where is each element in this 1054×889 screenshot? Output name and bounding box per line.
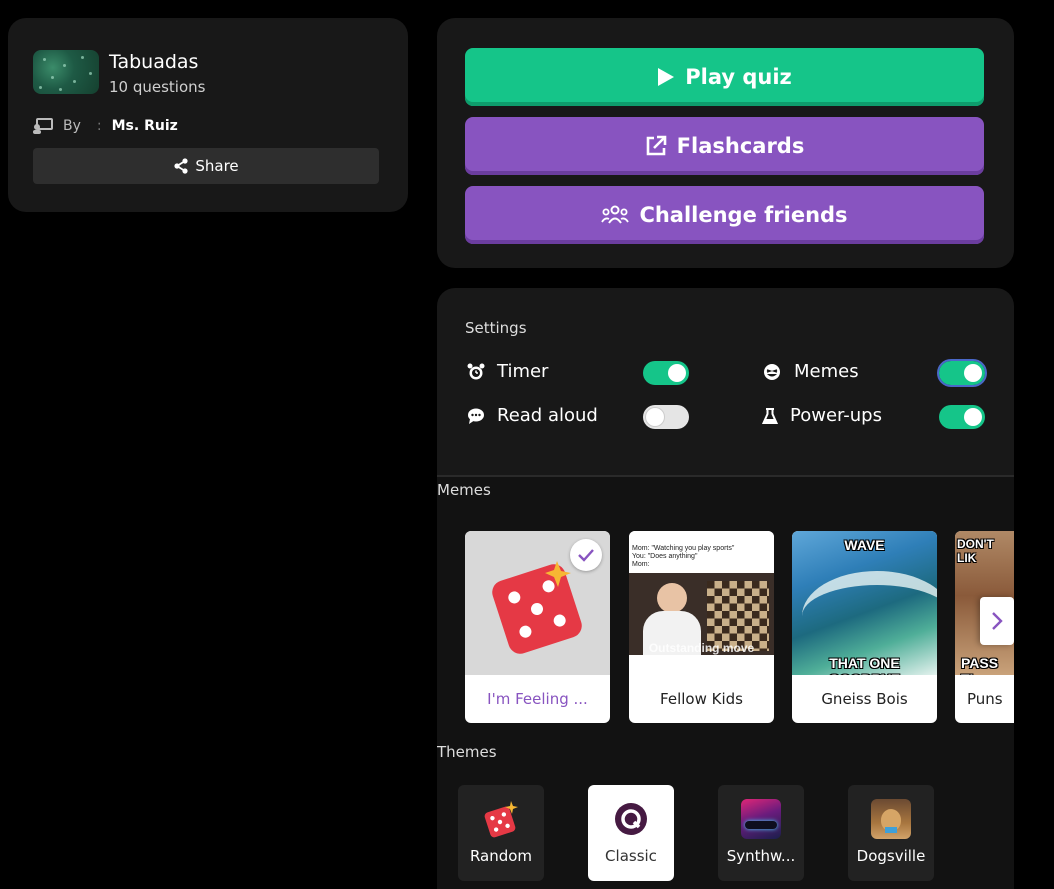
theme-synthwave[interactable]: Synthw... [718,785,804,881]
play-quiz-label: Play quiz [685,65,792,89]
theme-label: Classic [605,847,657,865]
meme-caption: WAVE [844,537,885,553]
setting-memes-label: Memes [794,361,859,382]
theme-label: Random [469,847,533,865]
theme-dogsville[interactable]: Dogsville [848,785,934,881]
users-icon [601,205,630,224]
setting-power-ups: Power-ups [762,405,882,426]
memes-next-button[interactable] [980,597,1014,645]
setting-timer: Timer [467,361,548,382]
author-name[interactable]: Ms. Ruiz [112,118,178,134]
play-quiz-button[interactable]: Play quiz [465,48,984,106]
meme-image-dice [465,531,610,675]
quiz-info-card: Tabuadas 10 questions By : Ms. Ruiz Shar… [8,18,408,212]
timer-toggle[interactable] [643,361,689,385]
meme-card-fellow-kids[interactable]: Mom: "Watching you play sports" You: "Do… [629,531,774,723]
dog-icon [871,799,911,839]
challenge-friends-button[interactable]: Challenge friends [465,186,984,244]
meme-label: Gneiss Bois [821,690,908,708]
memes-toggle[interactable] [937,359,987,387]
flask-icon [762,407,778,424]
share-icon [174,158,188,174]
laughing-face-icon [764,363,780,380]
theme-random[interactable]: Random [458,785,544,881]
flashcards-button[interactable]: Flashcards [465,117,984,175]
settings-card: Settings Timer Memes Read aloud Power-up… [437,288,1014,889]
setting-timer-label: Timer [497,361,549,382]
meme-caption: THAT ONE GOODBYE [829,655,901,675]
power-ups-toggle[interactable] [939,405,985,429]
meme-label: Puns [967,690,1003,708]
memes-section: Memes I'm Feeling ... Mom: "Watching you… [437,477,1014,737]
teacher-icon [33,118,53,134]
author-row: By : Ms. Ruiz [33,118,178,134]
meme-label: I'm Feeling ... [487,690,588,708]
theme-classic[interactable]: Classic [588,785,674,881]
speech-bubble-icon [468,408,484,424]
alarm-clock-icon [467,363,485,379]
meme-label: Fellow Kids [660,690,743,708]
meme-image-chess: Mom: "Watching you play sports" You: "Do… [629,531,774,675]
synthwave-icon [741,799,781,839]
meme-caption: Outstanding move [648,641,755,655]
quiz-title: Tabuadas [109,51,199,73]
external-link-icon [646,135,666,156]
share-button[interactable]: Share [33,148,379,184]
dice-icon [481,799,521,839]
theme-label: Dogsville [856,847,926,865]
meme-caption: PASS TI [961,655,999,675]
meme-caption: Mom: "Watching you play sports" [632,545,735,552]
meme-caption: You: "Does anything" [632,553,698,560]
meme-card-gneiss-bois[interactable]: WAVE THAT ONE GOODBYE Gneiss Bois [792,531,937,723]
by-separator: : [96,118,102,134]
memes-section-title: Memes [437,481,491,499]
read-aloud-toggle[interactable] [643,405,689,429]
theme-label: Synthw... [726,847,796,865]
meme-caption: Mom: [632,561,650,568]
setting-memes: Memes [762,361,859,382]
setting-read-aloud: Read aloud [467,405,598,426]
share-label: Share [195,157,239,175]
challenge-friends-label: Challenge friends [639,203,848,227]
by-label: By [63,118,81,134]
settings-title: Settings [465,319,527,337]
meme-image-wave: WAVE THAT ONE GOODBYE [792,531,937,675]
themes-section: Themes Random Classic Synthw... Dogsvill… [437,737,1014,889]
flashcards-label: Flashcards [676,134,805,158]
setting-power-ups-label: Power-ups [790,405,882,426]
setting-read-aloud-label: Read aloud [497,405,598,426]
selected-check-icon [570,539,602,571]
actions-card: Play quiz Flashcards Challenge friends [437,18,1014,268]
question-count: 10 questions [109,78,206,96]
themes-section-title: Themes [437,743,497,761]
meme-card-feeling-lucky[interactable]: I'm Feeling ... [465,531,610,723]
quizizz-logo-icon [611,799,651,839]
play-icon [658,68,675,86]
chevron-right-icon [992,612,1003,630]
meme-caption: DON'T LIK [957,537,994,565]
quiz-thumbnail [33,50,99,94]
